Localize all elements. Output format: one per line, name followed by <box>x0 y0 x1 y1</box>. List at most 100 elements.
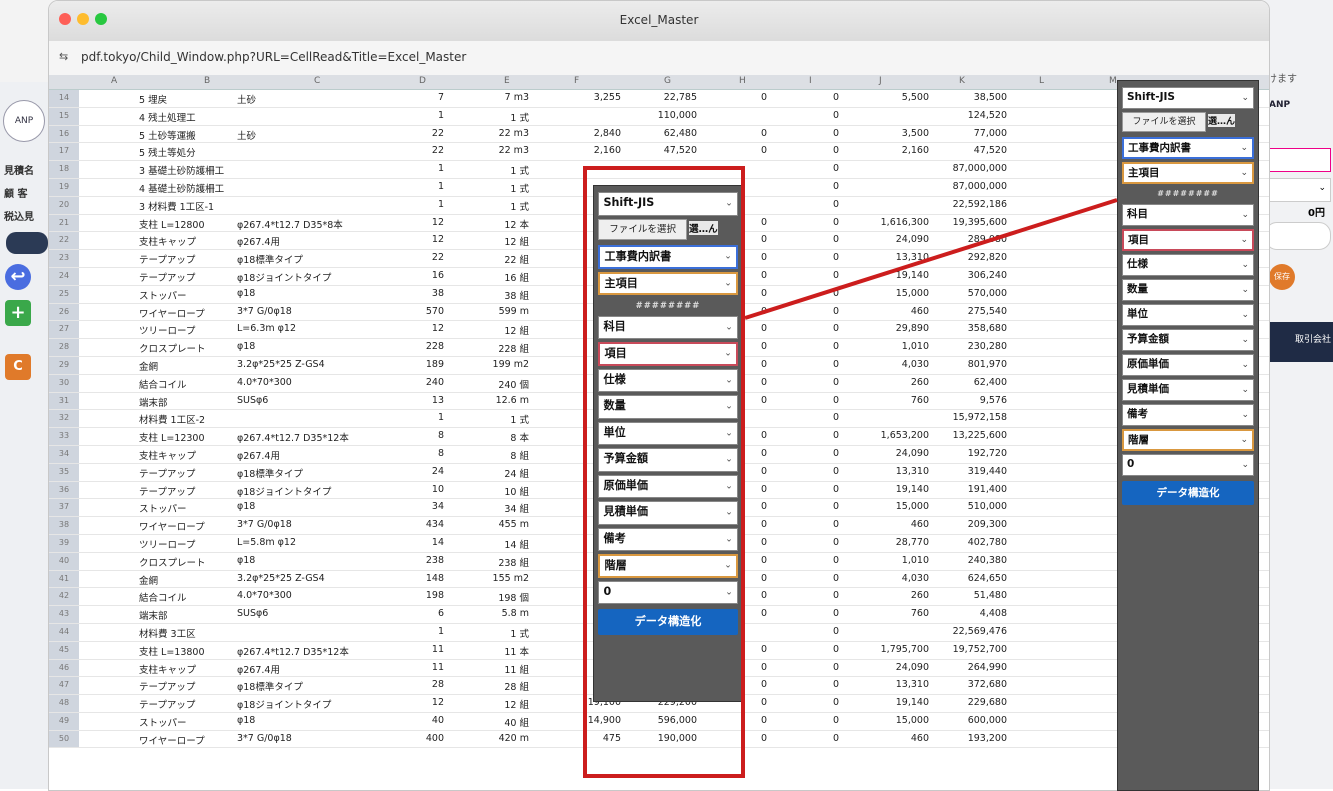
table-cell[interactable]: 8 <box>438 448 444 459</box>
column-header-k[interactable]: K <box>959 76 965 86</box>
table-row[interactable]: 15 4 残土処理工 1 1 式 110,000 0 124,520 <box>49 107 1269 126</box>
table-cell[interactable]: 0 <box>833 252 839 263</box>
table-cell[interactable]: 4 基礎土砂防護柵工 <box>139 181 224 195</box>
table-cell[interactable]: φ18ジョイントタイプ <box>237 270 331 284</box>
table-cell[interactable]: 1,010 <box>902 341 929 352</box>
table-cell[interactable]: 22,569,476 <box>953 626 1007 637</box>
table-cell[interactable]: 460 <box>911 733 929 744</box>
table-cell[interactable]: 1 式 <box>510 199 529 213</box>
right-zero-select[interactable]: 0 ⌄ <box>1122 453 1254 476</box>
table-cell[interactable]: 87,000,000 <box>953 181 1007 192</box>
table-cell[interactable]: 34 <box>432 501 444 512</box>
table-cell[interactable]: 12 本 <box>504 217 529 231</box>
table-cell[interactable]: L=5.8m φ12 <box>237 537 296 548</box>
table-cell[interactable]: 51,480 <box>974 590 1007 601</box>
table-cell[interactable]: 624,650 <box>968 573 1007 584</box>
table-cell[interactable]: 0 <box>761 679 767 690</box>
right-field-select-8[interactable]: 備考 ⌄ <box>1122 403 1254 426</box>
table-cell[interactable]: 0 <box>833 590 839 601</box>
table-cell[interactable]: 5.8 m <box>502 608 529 619</box>
table-cell[interactable]: 13,310 <box>896 252 929 263</box>
table-cell[interactable]: 15,000 <box>896 715 929 726</box>
right-field-select-3[interactable]: 数量 ⌄ <box>1122 278 1254 301</box>
table-cell[interactable]: テープアップ <box>139 484 195 498</box>
table-cell[interactable]: 0 <box>833 341 839 352</box>
table-cell[interactable]: 3,500 <box>902 128 929 139</box>
table-cell[interactable]: 4,408 <box>980 608 1007 619</box>
table-cell[interactable]: 1 <box>438 163 444 174</box>
table-cell[interactable]: 199 m2 <box>493 359 529 370</box>
table-cell[interactable]: 22 <box>432 145 444 156</box>
table-cell[interactable]: 13,310 <box>896 679 929 690</box>
table-cell[interactable]: 40 <box>432 715 444 726</box>
table-cell[interactable]: 0 <box>833 519 839 530</box>
right-field-select-7[interactable]: 見積単価 ⌄ <box>1122 378 1254 401</box>
table-cell[interactable]: 22,592,186 <box>953 199 1007 210</box>
table-cell[interactable]: 12 <box>432 697 444 708</box>
table-cell[interactable]: 0 <box>833 662 839 673</box>
table-cell[interactable]: 34 組 <box>504 501 529 515</box>
right-main-item-select[interactable]: 主項目 ⌄ <box>1122 162 1254 184</box>
table-cell[interactable]: 0 <box>761 128 767 139</box>
table-cell[interactable]: 3*7 G/0φ18 <box>237 306 292 317</box>
table-cell[interactable]: 306,240 <box>968 270 1007 281</box>
table-cell[interactable]: 支柱キャップ <box>139 234 196 248</box>
right-input-field[interactable] <box>1265 148 1331 172</box>
table-cell[interactable]: 0 <box>761 466 767 477</box>
table-cell[interactable]: 0 <box>761 608 767 619</box>
table-row[interactable]: 17 5 残土等処分 22 22 m3 2,160 47,520 0 0 2,160 47,520 <box>49 143 1269 162</box>
table-cell[interactable]: 801,970 <box>968 359 1007 370</box>
table-cell[interactable]: 240 <box>426 377 444 388</box>
table-cell[interactable]: φ267.4用 <box>237 448 280 462</box>
column-header-m[interactable]: M <box>1109 76 1117 86</box>
table-cell[interactable]: 238 <box>426 555 444 566</box>
table-cell[interactable]: 15,972,158 <box>953 412 1007 423</box>
table-cell[interactable]: 238 組 <box>498 555 529 569</box>
table-cell[interactable]: 19,752,700 <box>953 644 1007 655</box>
table-cell[interactable]: 0 <box>833 163 839 174</box>
table-cell[interactable]: φ18 <box>237 555 255 566</box>
column-header-j[interactable]: J <box>879 76 882 86</box>
table-cell[interactable]: φ18 <box>237 288 255 299</box>
table-cell[interactable]: 358,680 <box>968 323 1007 334</box>
table-cell[interactable]: 22 <box>432 252 444 263</box>
table-cell[interactable]: 460 <box>911 519 929 530</box>
table-cell[interactable]: 228 <box>426 341 444 352</box>
right-field-select-4[interactable]: 単位 ⌄ <box>1122 303 1254 326</box>
table-cell[interactable]: 端末部 <box>139 608 168 622</box>
table-cell[interactable]: 77,000 <box>974 128 1007 139</box>
table-cell[interactable]: 0 <box>833 145 839 156</box>
table-cell[interactable]: 0 <box>761 92 767 103</box>
table-cell[interactable]: 1 <box>438 181 444 192</box>
table-cell[interactable]: 8 本 <box>510 430 529 444</box>
table-cell[interactable]: 支柱 L=12300 <box>139 430 205 444</box>
table-cell[interactable]: 5 埋戻 <box>139 92 167 106</box>
table-cell[interactable]: クロスプレート <box>139 341 206 355</box>
table-cell[interactable]: 0 <box>761 715 767 726</box>
table-cell[interactable]: 0 <box>761 448 767 459</box>
table-cell[interactable]: 4 残土処理工 <box>139 110 196 124</box>
column-header-g[interactable]: G <box>664 76 671 86</box>
table-cell[interactable]: 28 組 <box>504 679 529 693</box>
table-cell[interactable]: 4,030 <box>902 359 929 370</box>
table-cell[interactable]: 1 式 <box>510 163 529 177</box>
table-cell[interactable]: 319,440 <box>968 466 1007 477</box>
table-cell[interactable]: 0 <box>833 608 839 619</box>
table-cell[interactable]: ツリーロープ <box>139 537 195 551</box>
table-cell[interactable]: 土砂 <box>237 92 256 106</box>
table-cell[interactable]: 13,225,600 <box>953 430 1007 441</box>
table-cell[interactable]: 22 組 <box>504 252 529 266</box>
table-cell[interactable]: 0 <box>761 145 767 156</box>
table-cell[interactable]: テープアップ <box>139 679 195 693</box>
table-cell[interactable]: 0 <box>833 448 839 459</box>
table-cell[interactable]: 0 <box>761 644 767 655</box>
table-cell[interactable]: 0 <box>761 519 767 530</box>
table-row[interactable]: 16 5 土砂等運搬 土砂 22 22 m3 2,840 62,480 0 0 3,500 77,0… <box>49 125 1269 144</box>
table-cell[interactable]: ワイヤーロープ <box>139 519 205 533</box>
table-cell[interactable]: 28 <box>432 679 444 690</box>
table-cell[interactable]: 7 <box>438 92 444 103</box>
table-cell[interactable]: 3,255 <box>594 92 621 103</box>
table-cell[interactable]: ストッパー <box>139 501 187 515</box>
column-header-d[interactable]: D <box>419 76 426 86</box>
table-cell[interactable]: 275,540 <box>968 306 1007 317</box>
